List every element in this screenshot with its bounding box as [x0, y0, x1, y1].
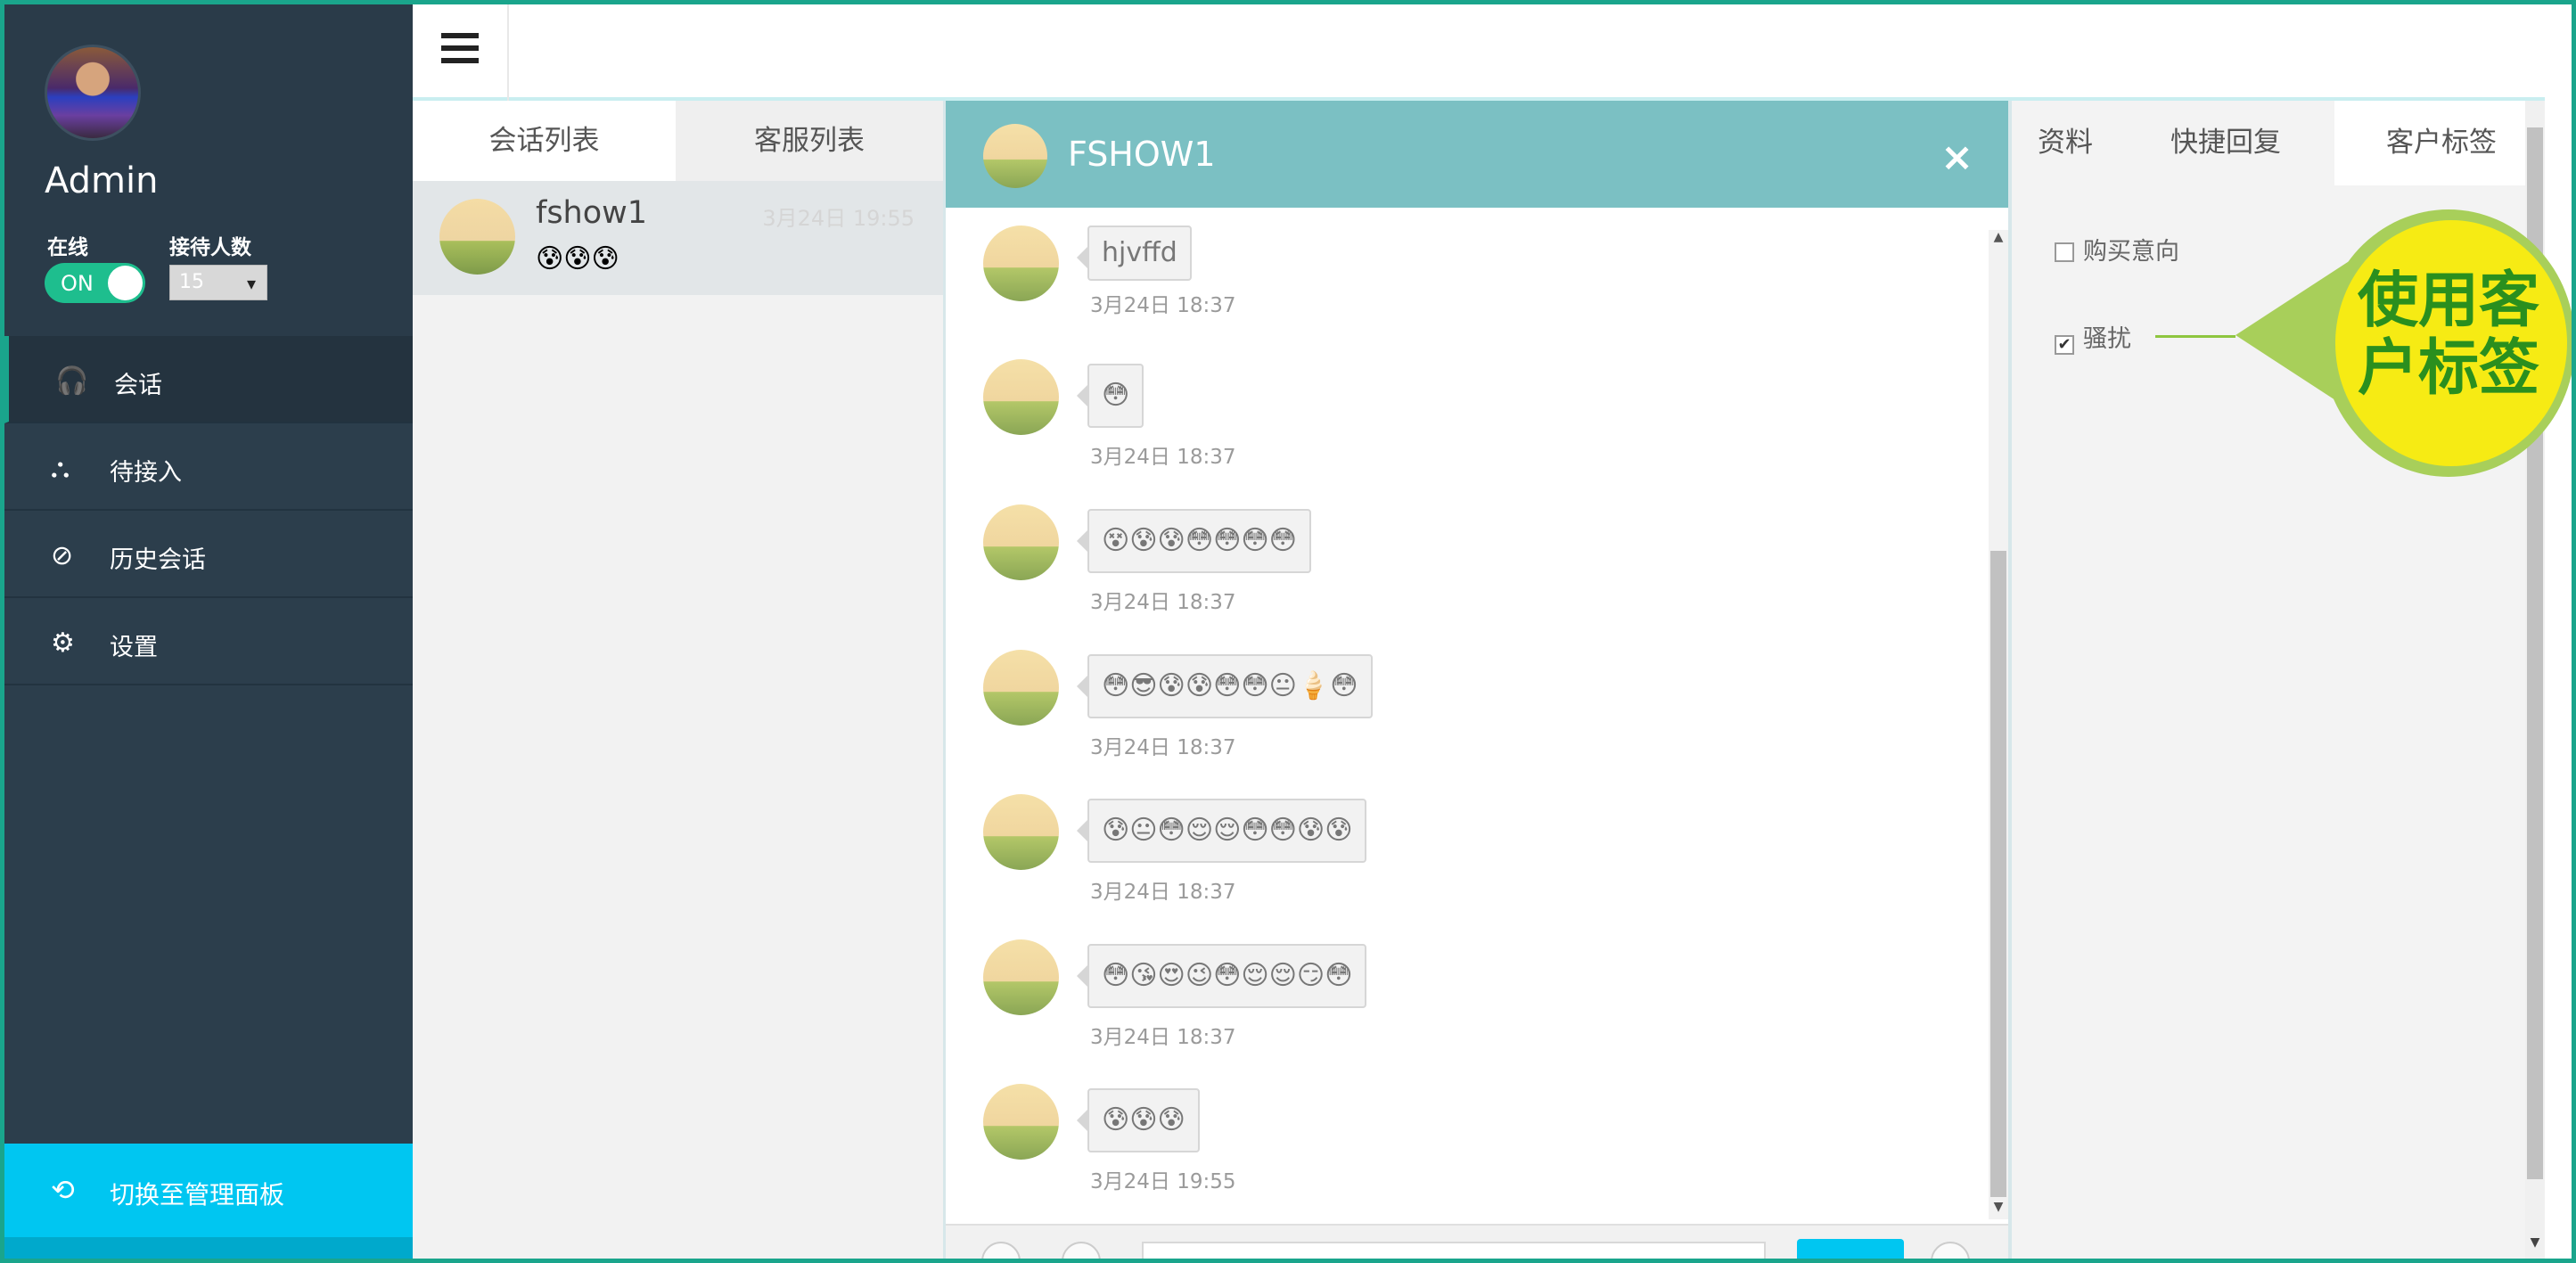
- message-bubble: 😰😐😳😌😌😳😳😰😰: [1076, 799, 1367, 863]
- tag-label: 购买意向: [2083, 238, 2179, 266]
- message-input[interactable]: [1142, 1242, 1766, 1263]
- chevron-down-icon: ▾: [246, 273, 256, 294]
- emoji-icon[interactable]: [981, 1242, 1021, 1263]
- chat-header: FSHOW1 ×: [946, 101, 2011, 208]
- tab-conversations[interactable]: 会话列表: [413, 101, 676, 181]
- sidebar-item-chat[interactable]: 🎧 会话: [4, 336, 413, 423]
- message-time: 3月24日 18:37: [1090, 294, 1236, 317]
- more-icon[interactable]: [1931, 1242, 1970, 1263]
- avatar: [983, 504, 1059, 580]
- send-button[interactable]: [1797, 1239, 1904, 1263]
- scroll-thumb[interactable]: [1990, 551, 2006, 1197]
- refresh-icon: ⟲: [51, 1173, 75, 1207]
- avatar: [439, 199, 515, 275]
- message-time: 3月24日 18:37: [1090, 591, 1236, 614]
- conversation-list-panel: 会话列表 客服列表 fshow1 3月24日 19:55 😰😰😰: [413, 101, 943, 1259]
- conversation-name: fshow1: [536, 195, 648, 231]
- callout-text: 使用客 户标签: [2358, 267, 2539, 403]
- message: 😵😰😰😳😳😳😳 3月24日 18:37: [983, 504, 1785, 638]
- switch-to-admin-button[interactable]: ⟲ 切换至管理面板: [4, 1144, 413, 1237]
- avatar: [983, 794, 1059, 870]
- message-time: 3月24日 18:37: [1090, 736, 1236, 759]
- message-bubble: hjvffd: [1077, 226, 1192, 281]
- avatar: [983, 939, 1059, 1015]
- message-bubble: 😰😰😰: [1077, 1088, 1200, 1152]
- headset-icon: 🎧: [55, 365, 89, 397]
- callout-line-2: 户标签: [2358, 333, 2540, 404]
- chat-title: FSHOW1: [1068, 135, 1216, 174]
- callout-line: [2155, 335, 2236, 338]
- receive-count-label: 接待人数: [169, 236, 251, 259]
- message: 😳 3月24日 18:37: [983, 359, 1785, 493]
- scroll-down-icon[interactable]: ▼: [2525, 1235, 2545, 1250]
- menu-button[interactable]: [413, 4, 509, 101]
- message-time: 3月24日 18:37: [1090, 446, 1236, 469]
- message-bubble: 😵😰😰😳😳😳😳: [1077, 509, 1311, 573]
- avatar[interactable]: [45, 45, 141, 141]
- scroll-down-icon[interactable]: ▼: [1989, 1200, 2008, 1219]
- tab-agents[interactable]: 客服列表: [676, 101, 943, 181]
- sidebar-item-label: 待接入: [110, 459, 182, 487]
- hamburger-icon: [441, 33, 479, 70]
- gear-icon: ⚙: [51, 627, 75, 659]
- sidebar: Admin 在线 接待人数 ON 15 ▾ 🎧 会话 ⛬ 待接入 ⊘ 历史会话 …: [4, 4, 413, 1259]
- sidebar-item-label: 设置: [110, 634, 158, 661]
- user-name: Admin: [45, 160, 159, 201]
- attachment-icon[interactable]: [1062, 1242, 1101, 1263]
- sidebar-item-pending[interactable]: ⛬ 待接入: [4, 423, 413, 511]
- scroll-up-icon[interactable]: ▲: [1989, 230, 2008, 250]
- receive-count-value: 15: [179, 271, 204, 293]
- callout-line-1: 使用客: [2358, 266, 2540, 336]
- avatar: [983, 1084, 1059, 1160]
- sidebar-item-settings[interactable]: ⚙ 设置: [4, 598, 413, 685]
- tab-profile[interactable]: 资料: [2012, 101, 2119, 185]
- list-item[interactable]: fshow1 3月24日 19:55 😰😰😰: [413, 181, 943, 295]
- avatar: [983, 650, 1059, 726]
- top-bar: [413, 4, 2545, 101]
- sidebar-item-label: 历史会话: [110, 546, 206, 574]
- org-chart-icon: ⛬: [51, 453, 70, 484]
- online-toggle[interactable]: ON: [45, 263, 145, 303]
- conversation-time: 3月24日 19:55: [762, 206, 915, 231]
- sidebar-item-label: 会话: [114, 372, 162, 399]
- toggle-text: ON: [61, 271, 94, 296]
- conversation-preview: 😰😰😰: [536, 243, 619, 275]
- tag-label: 骚扰: [2083, 325, 2131, 353]
- avatar: [983, 226, 1059, 301]
- close-icon[interactable]: ×: [1940, 135, 1973, 180]
- message-composer: [946, 1224, 2011, 1263]
- message: 😳😘😍😉😳😌😌😏😳 3月24日 18:37: [983, 939, 1785, 1073]
- sidebar-bottom-strip: [4, 1237, 413, 1259]
- tag-purchase-intent[interactable]: 购买意向: [2055, 232, 2179, 267]
- clock-icon: ⊘: [51, 540, 74, 571]
- receive-count-select[interactable]: 15 ▾: [169, 265, 267, 300]
- tag-harassment[interactable]: ✔ 骚扰: [2055, 319, 2131, 355]
- tab-quick-reply[interactable]: 快捷回复: [2137, 101, 2315, 185]
- checkbox[interactable]: [2055, 242, 2074, 262]
- switch-panel-label: 切换至管理面板: [110, 1180, 285, 1210]
- online-status-label: 在线: [47, 236, 88, 259]
- message: hjvffd 3月24日 18:37: [983, 226, 1785, 359]
- message-bubble: 😳😎😰😰😳😳😐🍦😳: [1077, 654, 1373, 718]
- checkbox-checked[interactable]: ✔: [2055, 335, 2074, 355]
- message: 😰😰😰 3月24日 19:55: [983, 1084, 1785, 1218]
- chat-panel: FSHOW1 × hjvffd 3月24日 18:37 😳 3月24日 18:3…: [943, 101, 2011, 1263]
- profile-panel: Admin 在线 接待人数 ON 15 ▾: [4, 4, 413, 336]
- message-bubble: 😳😘😍😉😳😌😌😏😳: [1076, 944, 1367, 1008]
- avatar: [983, 124, 1047, 188]
- toggle-knob: [108, 266, 143, 300]
- avatar: [983, 359, 1059, 435]
- chat-scrollbar[interactable]: ▲ ▼: [1989, 230, 2008, 1219]
- sidebar-item-history[interactable]: ⊘ 历史会话: [4, 511, 413, 598]
- message-time: 3月24日 19:55: [1090, 1170, 1236, 1193]
- message-time: 3月24日 18:37: [1090, 881, 1236, 904]
- tab-customer-tags[interactable]: 客户标签: [2334, 101, 2548, 185]
- message-time: 3月24日 18:37: [1090, 1026, 1236, 1049]
- message-bubble: 😳: [1076, 364, 1144, 428]
- message: 😳😎😰😰😳😳😐🍦😳 3月24日 18:37: [983, 650, 1785, 783]
- message: 😰😐😳😌😌😳😳😰😰 3月24日 18:37: [983, 794, 1785, 928]
